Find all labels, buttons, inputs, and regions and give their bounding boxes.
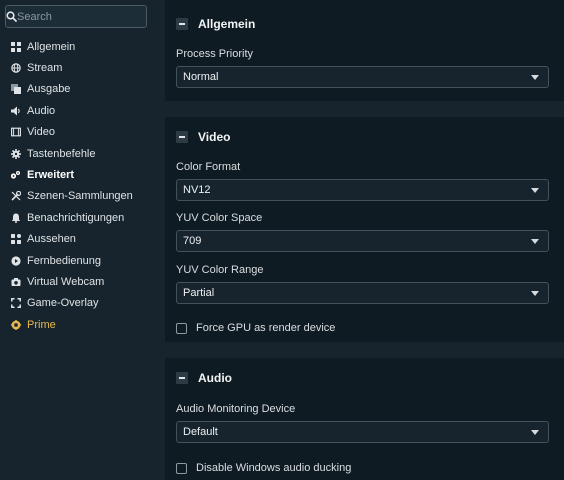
sidebar-item-label: Stream	[27, 62, 63, 75]
prime-icon	[10, 319, 21, 330]
collapse-button[interactable]	[176, 18, 188, 30]
sidebar-item-benachrichtigungen[interactable]: Benachrichtigungen	[0, 207, 156, 228]
select-value: NV12	[183, 184, 211, 196]
sidebar-item-label: Erweitert	[27, 169, 75, 182]
camera-icon	[10, 276, 21, 287]
chevron-down-icon	[531, 239, 539, 244]
chevron-down-icon	[531, 291, 539, 296]
expand-icon	[10, 298, 21, 309]
minus-icon	[179, 136, 185, 138]
yuv-color-space-select[interactable]: 709	[176, 230, 549, 252]
sidebar-item-label: Prime	[27, 318, 56, 331]
section-title: Audio	[198, 371, 232, 385]
gear-icon	[10, 148, 21, 159]
force-gpu-checkbox[interactable]	[176, 322, 187, 334]
layers-icon	[10, 84, 21, 95]
select-value: Normal	[183, 71, 219, 83]
section-audio: Audio Audio Monitoring Device Default Di…	[165, 358, 564, 480]
bell-icon	[10, 212, 21, 223]
section-allgemein: Allgemein Process Priority Normal	[165, 0, 564, 101]
tools-icon	[10, 191, 21, 202]
field-label: Color Format	[176, 161, 241, 173]
sidebar-item-allgemein[interactable]: Allgemein	[0, 36, 156, 57]
checkbox-label: Force GPU as render device	[196, 322, 336, 334]
section-title: Allgemein	[198, 17, 256, 31]
force-gpu-option: Force GPU as render device	[176, 322, 335, 334]
widgets-icon	[10, 234, 21, 245]
collapse-button[interactable]	[176, 372, 188, 384]
color-format-select[interactable]: NV12	[176, 179, 549, 201]
sidebar-item-label: Video	[27, 126, 55, 139]
minus-icon	[179, 377, 185, 379]
sidebar-item-audio[interactable]: Audio	[0, 100, 156, 121]
section-title: Video	[198, 130, 231, 144]
disable-ducking-checkbox[interactable]	[176, 462, 187, 474]
sidebar-item-label: Allgemein	[27, 40, 76, 53]
sidebar-item-game-overlay[interactable]: Game-Overlay	[0, 293, 156, 314]
film-icon	[10, 127, 21, 138]
sidebar-item-label: Tastenbefehle	[27, 147, 96, 160]
sidebar-item-label: Benachrichtigungen	[27, 211, 125, 224]
sidebar-nav: Allgemein Stream Ausgabe Audio Video Tas…	[0, 36, 156, 335]
field-label: YUV Color Range	[176, 264, 264, 276]
yuv-color-range-select[interactable]: Partial	[176, 282, 549, 304]
sidebar-item-aussehen[interactable]: Aussehen	[0, 229, 156, 250]
field-label: Process Priority	[176, 48, 254, 60]
settings-content: Allgemein Process Priority Normal Video …	[165, 0, 564, 480]
field-label: Audio Monitoring Device	[176, 403, 296, 415]
sidebar-item-video[interactable]: Video	[0, 122, 156, 143]
search-input[interactable]	[17, 6, 159, 27]
search-icon	[6, 11, 17, 22]
field-label: YUV Color Space	[176, 212, 263, 224]
cogs-icon	[10, 170, 21, 181]
play-circle-icon	[10, 255, 21, 266]
sidebar-item-virtual-webcam[interactable]: Virtual Webcam	[0, 271, 156, 292]
speaker-icon	[10, 105, 21, 116]
audio-monitoring-device-select[interactable]: Default	[176, 421, 549, 443]
chevron-down-icon	[531, 75, 539, 80]
section-header: Audio	[176, 370, 232, 386]
sidebar-item-label: Virtual Webcam	[27, 275, 105, 288]
search-box[interactable]	[5, 5, 159, 28]
sidebar-item-szenen-sammlungen[interactable]: Szenen-Sammlungen	[0, 186, 156, 207]
minus-icon	[179, 23, 185, 25]
sidebar-item-ausgabe[interactable]: Ausgabe	[0, 79, 156, 100]
sidebar-item-label: Ausgabe	[27, 83, 71, 96]
sidebar-item-stream[interactable]: Stream	[0, 57, 156, 78]
select-value: Partial	[183, 287, 215, 299]
chevron-down-icon	[531, 430, 539, 435]
sidebar-item-label: Fernbedienung	[27, 254, 102, 267]
sidebar-item-label: Aussehen	[27, 233, 76, 246]
section-header: Video	[176, 129, 230, 145]
settings-window: Allgemein Stream Ausgabe Audio Video Tas…	[0, 0, 564, 480]
sidebar-item-erweitert[interactable]: Erweitert	[0, 164, 156, 185]
chevron-down-icon	[531, 188, 539, 193]
collapse-button[interactable]	[176, 131, 188, 143]
section-header: Allgemein	[176, 16, 255, 32]
section-video: Video Color Format NV12 YUV Color Space …	[165, 117, 564, 342]
sidebar: Allgemein Stream Ausgabe Audio Video Tas…	[0, 0, 159, 480]
sidebar-item-fernbedienung[interactable]: Fernbedienung	[0, 250, 156, 271]
sidebar-item-tastenbefehle[interactable]: Tastenbefehle	[0, 143, 156, 164]
checkbox-label: Disable Windows audio ducking	[196, 462, 352, 474]
process-priority-select[interactable]: Normal	[176, 66, 549, 88]
select-value: Default	[183, 426, 218, 438]
sidebar-item-prime[interactable]: Prime	[0, 314, 156, 335]
select-value: 709	[183, 235, 202, 247]
sidebar-item-label: Game-Overlay	[27, 297, 99, 310]
sidebar-item-label: Szenen-Sammlungen	[27, 190, 133, 203]
disable-ducking-option: Disable Windows audio ducking	[176, 462, 351, 474]
globe-icon	[10, 63, 21, 74]
sidebar-item-label: Audio	[27, 104, 56, 117]
grid-icon	[10, 41, 21, 52]
